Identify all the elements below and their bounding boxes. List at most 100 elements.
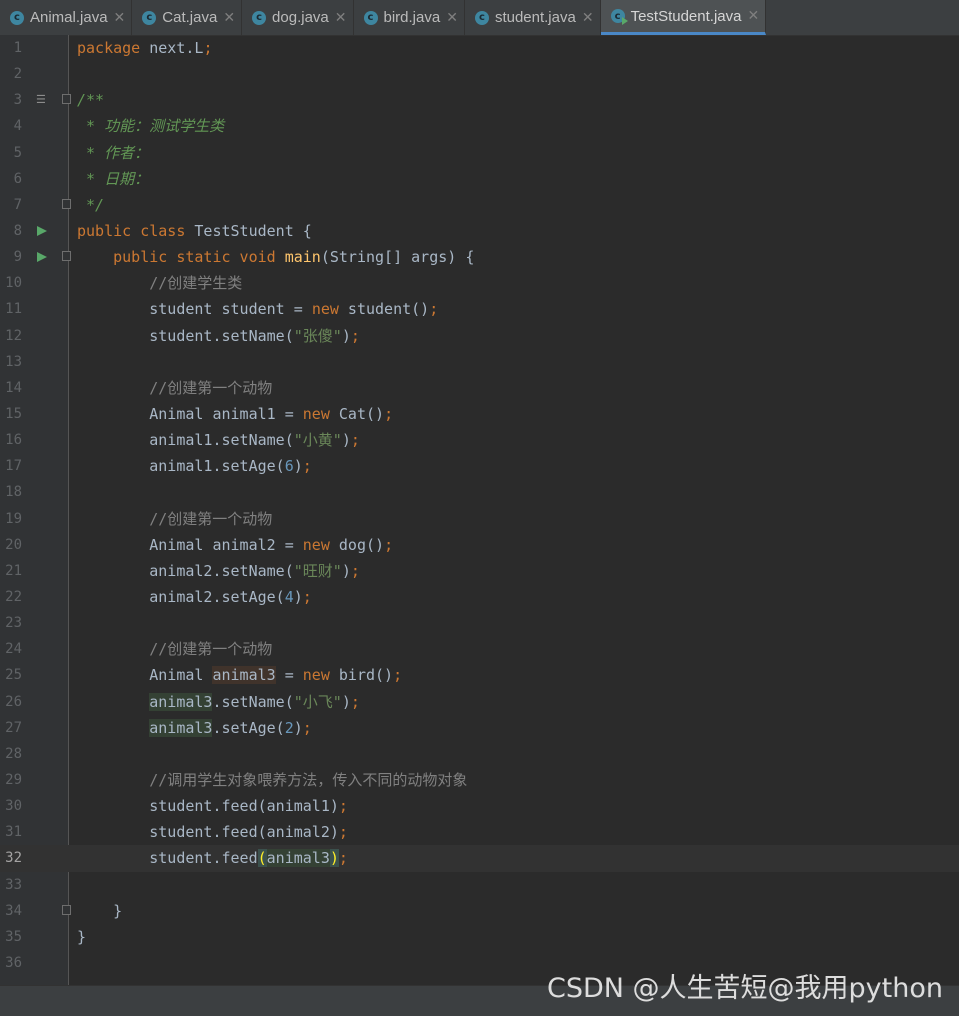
line-number: 32: [5, 850, 22, 867]
code-text: student(): [338, 300, 430, 319]
code-line[interactable]: 23: [0, 610, 959, 636]
code-text: ): [341, 326, 351, 345]
method-name: main: [284, 248, 321, 267]
code-line[interactable]: 8 public class TestStudent {: [0, 218, 959, 244]
code-line[interactable]: 2: [0, 61, 959, 87]
code-line[interactable]: 33: [0, 872, 959, 898]
code-text: Animal animal2 =: [149, 535, 303, 554]
tab-animal-java[interactable]: c Animal.java ✕: [0, 0, 133, 35]
semicolon: ;: [429, 300, 439, 319]
code-line[interactable]: 12 student.setName("张傻");: [0, 323, 959, 349]
close-icon[interactable]: ✕: [335, 10, 347, 26]
line-number: 14: [5, 379, 22, 396]
doc-comment: */: [77, 195, 105, 214]
code-line[interactable]: 31 student.feed(animal2);: [0, 819, 959, 845]
line-number: 19: [5, 510, 22, 527]
code-line[interactable]: 34 }: [0, 898, 959, 924]
fold-icon[interactable]: [62, 94, 71, 105]
code-editor[interactable]: 1 package next.L; 2 3 ☰ /** 4 * 功能：测试学生类 5 …: [0, 35, 959, 985]
line-number: 9: [13, 249, 22, 266]
code-line[interactable]: 29 //调用学生对象喂养方法，传入不同的动物对象: [0, 767, 959, 793]
code-text: dog(): [329, 535, 385, 554]
run-class-icon[interactable]: [37, 225, 47, 236]
code-text: student.setName(: [149, 326, 294, 345]
code-line[interactable]: 6 * 日期：: [0, 166, 959, 192]
tab-teststudent-java[interactable]: c TestStudent.java ✕: [600, 0, 767, 35]
code-line[interactable]: 30 student.feed(animal1);: [0, 793, 959, 819]
tab-bird-java[interactable]: c bird.java ✕: [354, 0, 465, 35]
close-icon[interactable]: ✕: [747, 8, 759, 24]
keyword: new: [311, 300, 339, 319]
semicolon: ;: [350, 431, 360, 450]
code-line[interactable]: 28: [0, 741, 959, 767]
tab-student-java[interactable]: c student.java ✕: [465, 0, 601, 35]
line-number: 3: [13, 92, 22, 109]
editor-tab-bar: c Animal.java ✕ c Cat.java ✕ c dog.java …: [0, 0, 959, 36]
code-text: }: [77, 927, 87, 946]
code-text: ): [341, 561, 351, 580]
tab-label: dog.java: [272, 9, 329, 26]
doc-comment: /**: [77, 91, 105, 110]
code-text: .setName(: [212, 692, 294, 711]
keyword: public static void: [113, 248, 276, 267]
line-number: 1: [13, 40, 22, 56]
semicolon: ;: [338, 797, 348, 816]
code-text: animal1.setAge(: [149, 457, 285, 476]
code-line[interactable]: 16 animal1.setName("小黄");: [0, 427, 959, 453]
rendered-doc-toggle-icon[interactable]: ☰: [36, 94, 49, 106]
code-line[interactable]: 14 //创建第一个动物: [0, 375, 959, 401]
code-line[interactable]: 1 package next.L;: [0, 35, 959, 61]
code-line[interactable]: 17 animal1.setAge(6);: [0, 453, 959, 479]
code-line[interactable]: 9 public static void main(String[] args)…: [0, 244, 959, 270]
code-line[interactable]: 24 //创建第一个动物: [0, 636, 959, 662]
fold-end-icon[interactable]: [62, 198, 71, 209]
code-text: ): [293, 457, 303, 476]
doc-comment: * 功能：测试学生类: [77, 117, 225, 136]
code-line[interactable]: 26 animal3.setName("小飞");: [0, 689, 959, 715]
line-number: 7: [13, 196, 22, 213]
code-line[interactable]: 5 * 作者：: [0, 140, 959, 166]
tab-cat-java[interactable]: c Cat.java ✕: [132, 0, 243, 35]
fold-icon[interactable]: [62, 251, 71, 262]
code-line[interactable]: 25 Animal animal3 = new bird();: [0, 662, 959, 688]
code-line[interactable]: 18: [0, 479, 959, 505]
line-number: 20: [5, 536, 22, 553]
close-icon[interactable]: ✕: [114, 10, 126, 26]
code-line[interactable]: 3 ☰ /**: [0, 87, 959, 113]
line-number: 33: [5, 876, 22, 893]
line-number: 27: [5, 719, 22, 736]
close-icon[interactable]: ✕: [582, 10, 594, 26]
code-line[interactable]: 22 animal2.setAge(4);: [0, 584, 959, 610]
string-literal: "旺财": [293, 561, 342, 580]
code-text: Cat(): [329, 404, 385, 423]
line-number: 21: [5, 562, 22, 579]
tab-label: bird.java: [383, 9, 441, 26]
code-line[interactable]: 27 animal3.setAge(2);: [0, 715, 959, 741]
code-line[interactable]: 11 student student = new student();: [0, 296, 959, 322]
number-literal: 4: [284, 587, 294, 606]
comment: //创建学生类: [149, 274, 243, 293]
code-line[interactable]: 20 Animal animal2 = new dog();: [0, 532, 959, 558]
line-number: 22: [5, 588, 22, 605]
code-line[interactable]: 19 //创建第一个动物: [0, 506, 959, 532]
code-line[interactable]: 35}: [0, 924, 959, 950]
code-line[interactable]: 13: [0, 349, 959, 375]
code-line[interactable]: 10 //创建学生类: [0, 270, 959, 296]
close-icon[interactable]: ✕: [446, 10, 458, 26]
code-text: student.feed(animal2): [149, 823, 339, 842]
code-text: ): [293, 587, 303, 606]
current-code-line[interactable]: 32 student.feed(animal3);: [0, 845, 959, 872]
fold-end-icon[interactable]: [62, 904, 71, 915]
semicolon: ;: [338, 849, 348, 868]
line-number: 4: [13, 118, 22, 135]
tab-dog-java[interactable]: c dog.java ✕: [242, 0, 354, 35]
code-text: student.feed: [149, 849, 258, 868]
code-line[interactable]: 15 Animal animal1 = new Cat();: [0, 401, 959, 427]
run-main-icon[interactable]: [37, 252, 47, 263]
code-line[interactable]: 7 */: [0, 192, 959, 218]
code-line[interactable]: 21 animal2.setName("旺财");: [0, 558, 959, 584]
code-line[interactable]: 4 * 功能：测试学生类: [0, 113, 959, 139]
close-icon[interactable]: ✕: [223, 10, 235, 26]
comment: //创建第一个动物: [149, 640, 273, 659]
code-text: =: [275, 666, 303, 685]
